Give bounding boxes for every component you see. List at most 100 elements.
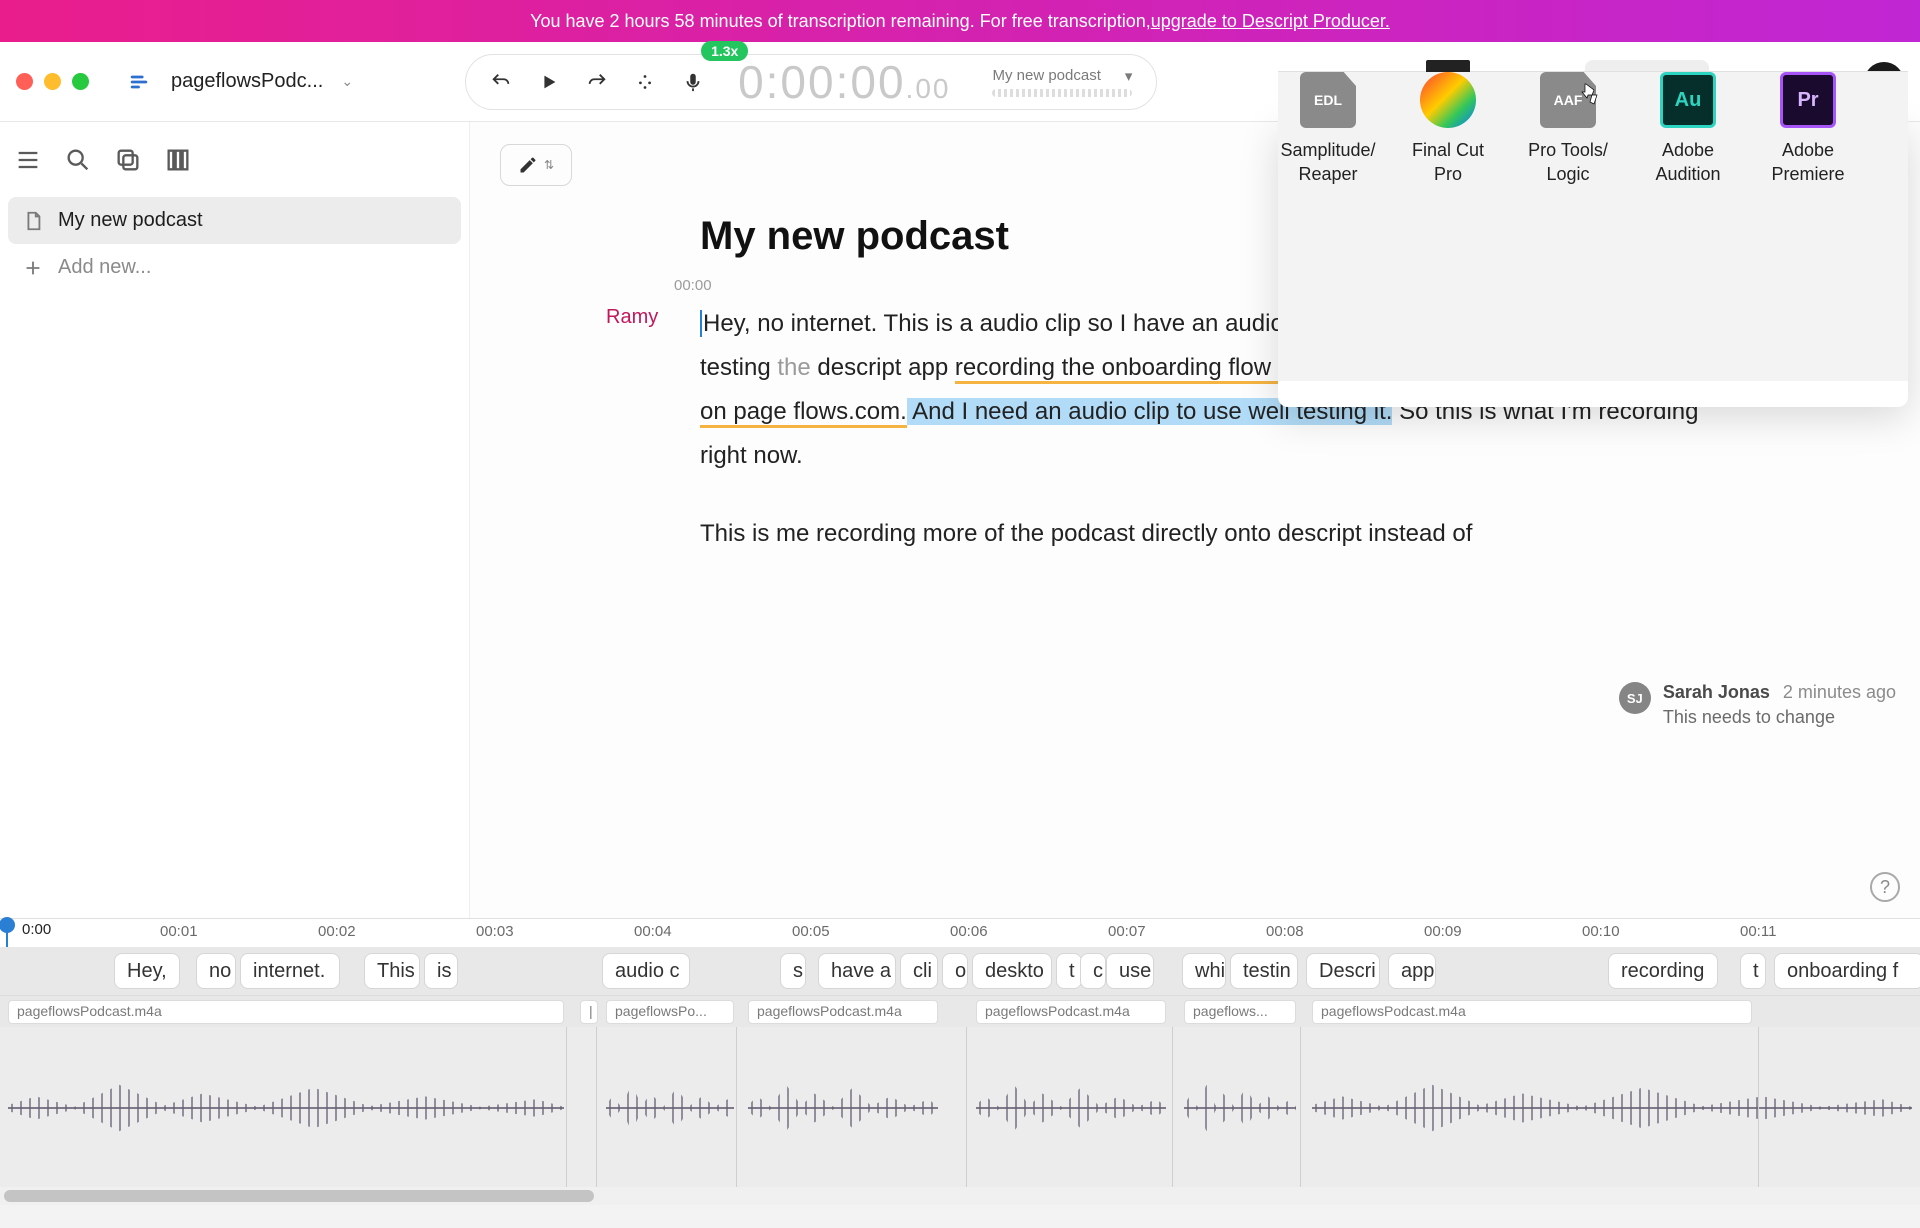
close-window-icon[interactable] (16, 73, 33, 90)
edl-icon: EDL (1300, 72, 1356, 128)
project-name[interactable]: pageflowsPodc... (171, 70, 323, 93)
chevron-down-icon: ▾ (1125, 67, 1133, 85)
export-label: Samplitude/ Reaper (1280, 138, 1375, 186)
word-pill[interactable]: This (364, 953, 420, 989)
export-samplitude[interactable]: EDL Samplitude/ Reaper (1278, 72, 1378, 381)
ruler-tick: 00:10 (1582, 923, 1620, 940)
export-label: Adobe Audition (1655, 138, 1720, 186)
segment-divider (966, 1027, 967, 1187)
word-pill[interactable]: o (942, 953, 968, 989)
transcript-text[interactable]: This is me recording more of the podcast… (700, 520, 1472, 547)
export-protools[interactable]: AAF Pro Tools/ Logic (1518, 72, 1618, 381)
audio-clip[interactable]: pageflowsPo... (606, 1000, 734, 1024)
sidebar-tools (8, 134, 461, 197)
waveform-segment[interactable] (1184, 1107, 1296, 1109)
word-pill[interactable]: is (424, 953, 458, 989)
word-track[interactable]: Hey, nointernet. Thisis audio c s have acliod… (0, 947, 1920, 995)
word-pill[interactable]: whi (1182, 953, 1226, 989)
waveform-segment[interactable] (976, 1107, 1166, 1109)
menu-icon[interactable] (14, 146, 42, 179)
word-pill[interactable]: recording (1608, 953, 1718, 989)
waveform-segment[interactable] (748, 1107, 938, 1109)
timecode-display: 0:00:00.00 (738, 55, 950, 109)
word-pill[interactable]: onboarding f (1774, 953, 1920, 989)
word-pill[interactable]: have a (818, 953, 896, 989)
word-pill[interactable]: no (196, 953, 236, 989)
ai-effects-button[interactable] (634, 71, 656, 93)
export-finalcut[interactable]: Final Cut Pro (1398, 72, 1498, 381)
audio-clip[interactable]: pageflowsPodcast.m4a (748, 1000, 938, 1024)
timeline-export-row: EDL Samplitude/ Reaper Final Cut Pro AAF… (1278, 71, 1908, 381)
word-pill[interactable]: deskto (972, 953, 1052, 989)
audio-clip[interactable]: pageflowsPodcast.m4a (8, 1000, 564, 1024)
waveform-track[interactable] (0, 1027, 1920, 1187)
premiere-icon: Pr (1780, 72, 1836, 128)
word-pill[interactable]: app (1388, 953, 1436, 989)
word-pill[interactable]: t (1056, 953, 1082, 989)
help-button[interactable]: ? (1870, 872, 1900, 902)
horizontal-scrollbar[interactable] (0, 1187, 1920, 1205)
add-new-button[interactable]: Add new... (8, 244, 461, 291)
export-audition[interactable]: Au Adobe Audition (1638, 72, 1738, 381)
waveform-segment[interactable] (1312, 1107, 1912, 1109)
ruler-tick: 00:09 (1424, 923, 1462, 940)
playhead[interactable]: 0:00 (6, 919, 8, 947)
speaker-label[interactable]: Ramy (606, 306, 658, 329)
comment-meta: Sarah Jonas 2 minutes ago (1663, 682, 1896, 703)
sidebar-item-label: My new podcast (58, 209, 203, 232)
upgrade-link[interactable]: upgrade to Descript Producer. (1151, 11, 1390, 32)
project-chevron-icon[interactable]: ⌄ (341, 73, 353, 90)
export-popover: FILE EXPORT T Text ❞ Subtitles/ Captions… (1278, 122, 1908, 407)
audio-clip[interactable]: | (580, 1000, 598, 1024)
word-pill[interactable]: c (1080, 953, 1106, 989)
document-icon (22, 210, 44, 232)
export-label: Pro Tools/ Logic (1528, 138, 1608, 186)
ruler-tick: 00:04 (634, 923, 672, 940)
comment-time: 2 minutes ago (1783, 682, 1896, 702)
ruler-tick: 00:07 (1108, 923, 1146, 940)
export-label: Final Cut Pro (1412, 138, 1484, 186)
copy-icon[interactable] (114, 146, 142, 179)
word-pill[interactable]: Descri (1306, 953, 1380, 989)
layers-icon[interactable] (164, 146, 192, 179)
audition-icon: Au (1660, 72, 1716, 128)
segment-divider (596, 1027, 597, 1187)
redo-button[interactable] (586, 71, 608, 93)
time-ruler[interactable]: 0:00 00:0100:0200:0300:0400:0500:0600:07… (0, 919, 1920, 947)
comment-card[interactable]: SJ Sarah Jonas 2 minutes ago This needs … (1619, 682, 1896, 728)
word-pill[interactable]: s (780, 953, 806, 989)
ruler-tick: 00:05 (792, 923, 830, 940)
composition-dropdown[interactable]: My new podcast▾ (992, 67, 1132, 97)
word-pill[interactable]: t (1740, 953, 1766, 989)
play-button[interactable] (538, 71, 560, 93)
word-pill[interactable]: testin (1230, 953, 1298, 989)
word-pill[interactable]: audio c (602, 953, 690, 989)
word-pill[interactable]: cli (900, 953, 938, 989)
audio-clip[interactable]: pageflowsPodcast.m4a (1312, 1000, 1752, 1024)
clip-track[interactable]: pageflowsPodcast.m4a | pageflowsPo... pagef… (0, 995, 1920, 1027)
text-run: descript app (811, 354, 955, 381)
segment-divider (1300, 1027, 1301, 1187)
edit-mode-dropdown[interactable]: ⇅ (500, 144, 572, 186)
minimize-window-icon[interactable] (44, 73, 61, 90)
waveform-segment[interactable] (8, 1107, 564, 1109)
export-label: Adobe Premiere (1771, 138, 1844, 186)
waveform-segment[interactable] (606, 1107, 734, 1109)
finalcut-icon (1420, 72, 1476, 128)
scrollbar-thumb[interactable] (4, 1190, 594, 1202)
maximize-window-icon[interactable] (72, 73, 89, 90)
word-pill[interactable]: internet. (240, 953, 340, 989)
ruler-tick: 00:02 (318, 923, 356, 940)
audio-clip[interactable]: pageflowsPodcast.m4a (976, 1000, 1166, 1024)
word-pill[interactable]: Hey, (114, 953, 180, 989)
word-pill[interactable]: use (1106, 953, 1154, 989)
record-mic-button[interactable] (682, 71, 704, 93)
segment-divider (566, 1027, 567, 1187)
playback-speed-badge[interactable]: 1.3x (701, 41, 748, 61)
audio-clip[interactable]: pageflows... (1184, 1000, 1296, 1024)
search-icon[interactable] (64, 146, 92, 179)
chevron-updown-icon: ⇅ (544, 158, 554, 172)
sidebar-item-podcast[interactable]: My new podcast (8, 197, 461, 244)
export-premiere[interactable]: Pr Adobe Premiere (1758, 72, 1858, 381)
undo-button[interactable] (490, 71, 512, 93)
